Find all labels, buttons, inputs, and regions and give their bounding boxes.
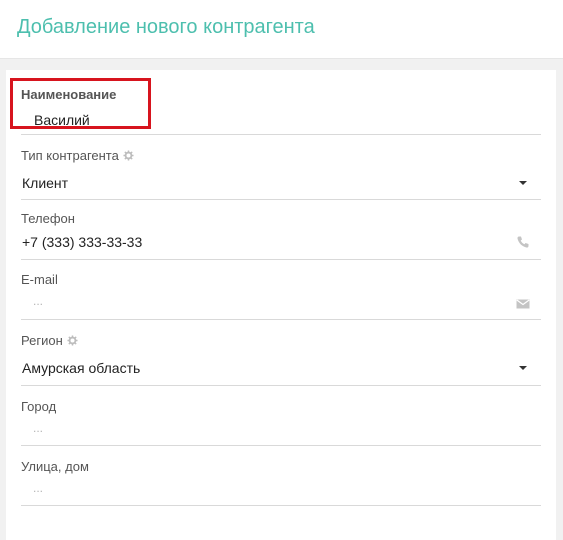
- contractor-type-label-text: Тип контрагента: [21, 148, 119, 163]
- phone-input[interactable]: +7 (333) 333-33-33: [22, 234, 142, 250]
- email-input[interactable]: ...: [33, 294, 43, 308]
- page-header: Добавление нового контрагента: [0, 0, 563, 59]
- email-label: E-mail: [21, 272, 58, 287]
- caret-down-icon[interactable]: [519, 181, 527, 185]
- contractor-type-label: Тип контрагента: [21, 148, 134, 163]
- region-select[interactable]: Амурская область: [22, 360, 140, 376]
- street-label: Улица, дом: [21, 459, 89, 474]
- gear-icon[interactable]: [67, 335, 78, 346]
- envelope-icon: [516, 299, 530, 309]
- caret-down-icon[interactable]: [519, 366, 527, 370]
- contractor-type-field[interactable]: Тип контрагента Клиент: [21, 134, 541, 200]
- phone-label: Телефон: [21, 211, 75, 226]
- city-label: Город: [21, 399, 57, 414]
- gear-icon[interactable]: [123, 150, 134, 161]
- form-panel: Наименование Василий Тип контрагента Кли…: [6, 70, 556, 540]
- city-field[interactable]: Город ...: [21, 385, 541, 446]
- region-label: Регион: [21, 333, 78, 348]
- highlight-box: [10, 78, 151, 129]
- street-field[interactable]: Улица, дом ...: [21, 445, 541, 506]
- add-contractor-page: Добавление нового контрагента Наименован…: [0, 0, 563, 540]
- contractor-type-select[interactable]: Клиент: [22, 175, 68, 191]
- region-field[interactable]: Регион Амурская область: [21, 319, 541, 386]
- page-title: Добавление нового контрагента: [17, 16, 315, 38]
- phone-field[interactable]: Телефон +7 (333) 333-33-33: [21, 199, 541, 260]
- region-label-text: Регион: [21, 333, 63, 348]
- email-field[interactable]: E-mail ...: [21, 259, 541, 320]
- city-input[interactable]: ...: [33, 421, 43, 435]
- street-input[interactable]: ...: [33, 481, 43, 495]
- phone-icon: [517, 236, 529, 248]
